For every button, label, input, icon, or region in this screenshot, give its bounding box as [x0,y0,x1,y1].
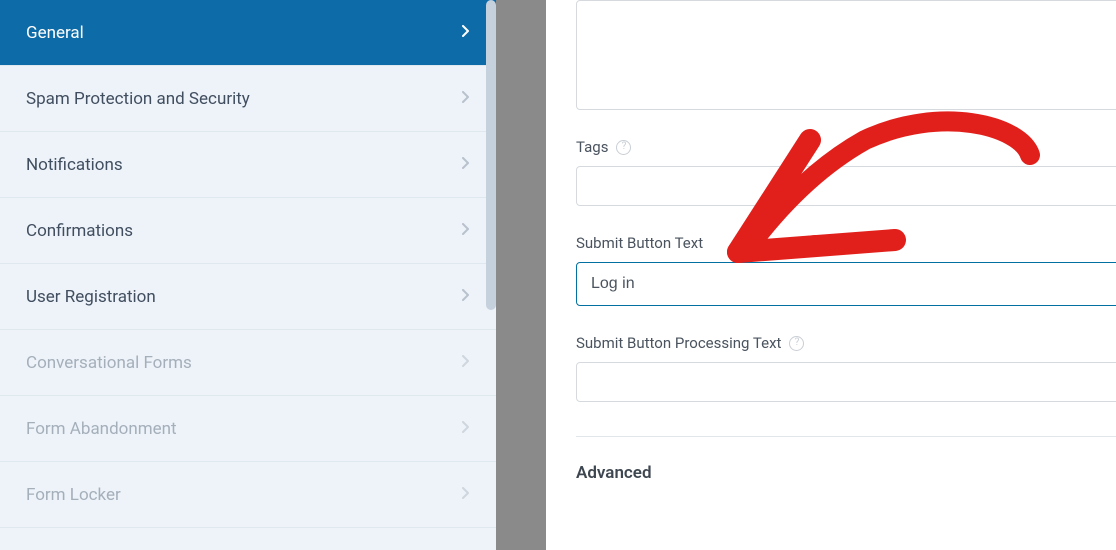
sidebar-item-conversational-forms[interactable]: Conversational Forms [0,330,496,396]
tags-label: Tags [576,138,608,156]
sidebar-item-label: User Registration [26,287,156,307]
sidebar-item-label: Form Abandonment [26,419,177,439]
sidebar-item-label: Spam Protection and Security [26,89,250,109]
submit-button-text-input[interactable] [577,263,1116,305]
submit-button-text-label: Submit Button Text [576,234,703,252]
submit-button-text-input-wrapper [576,262,1116,306]
sidebar-item-label: Notifications [26,155,123,175]
sidebar-item-notifications[interactable]: Notifications [0,132,496,198]
sidebar-item-form-locker[interactable]: Form Locker [0,462,496,528]
chevron-right-icon [462,355,470,371]
sidebar-item-label: Form Locker [26,485,121,505]
sidebar-item-user-registration[interactable]: User Registration [0,264,496,330]
sidebar-item-general[interactable]: General [0,0,496,66]
form-description-textarea[interactable] [576,0,1116,110]
chevron-right-icon [462,91,470,107]
help-icon[interactable] [616,140,631,155]
chevron-right-icon [462,157,470,173]
sidebar-item-confirmations[interactable]: Confirmations [0,198,496,264]
settings-main-panel: Tags Submit Button Text Submit Button Pr… [546,0,1116,550]
settings-sidebar: General Spam Protection and Security Not… [0,0,496,550]
tags-input[interactable] [576,166,1116,206]
sidebar-item-spam-protection[interactable]: Spam Protection and Security [0,66,496,132]
sidebar-item-label: Conversational Forms [26,353,192,373]
chevron-right-icon [462,487,470,503]
chevron-right-icon [462,421,470,437]
advanced-heading[interactable]: Advanced [576,463,1116,483]
submit-button-processing-text-input[interactable] [577,363,1116,401]
section-divider [576,436,1116,437]
submit-button-processing-text-input-wrapper [576,362,1116,402]
chevron-right-icon [462,289,470,305]
sidebar-item-label: General [26,23,84,43]
sidebar-item-label: Confirmations [26,221,133,241]
help-icon[interactable] [789,336,804,351]
chevron-right-icon [462,223,470,239]
submit-button-processing-text-label: Submit Button Processing Text [576,334,781,352]
sidebar-scrollbar[interactable] [486,0,496,310]
chevron-right-icon [462,25,470,41]
sidebar-item-form-abandonment[interactable]: Form Abandonment [0,396,496,462]
